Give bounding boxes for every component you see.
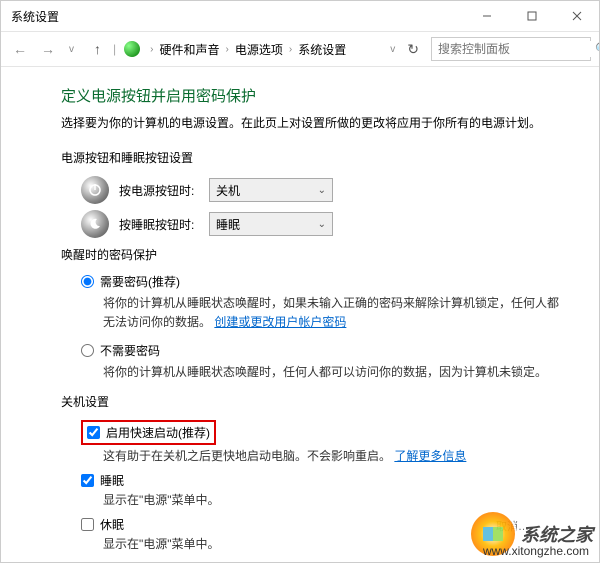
search-input[interactable] [436, 41, 595, 57]
breadcrumb[interactable]: › 硬件和声音 › 电源选项 › 系统设置 [124, 41, 384, 58]
power-button-row: 按电源按钮时: 关机 ⌄ [81, 176, 569, 204]
refresh-button[interactable]: ↻ [407, 41, 419, 58]
select-value: 睡眠 [216, 216, 240, 233]
lock-option-label: 锁定 [100, 560, 124, 562]
search-icon[interactable]: 🔍 [595, 42, 600, 56]
forward-button[interactable]: → [37, 39, 59, 59]
content-area: 定义电源按钮并启用密码保护 选择要为你的计算机的电源设置。在此页上对设置所做的更… [1, 67, 599, 562]
page-title: 定义电源按钮并启用密码保护 [61, 85, 569, 106]
sleep-button-label: 按睡眠按钮时: [119, 216, 209, 233]
address-dropdown[interactable]: v [390, 44, 395, 55]
no-password-radio[interactable] [81, 344, 94, 357]
chevron-down-icon: ⌄ [318, 185, 326, 196]
breadcrumb-item[interactable]: 电源选项 [235, 41, 283, 58]
fast-startup-desc: 这有助于在关机之后更快地启动电脑。不会影响重启。 了解更多信息 [103, 447, 569, 464]
fast-startup-line[interactable]: 启用快速启动(推荐) [87, 424, 210, 441]
separator: | [113, 42, 116, 56]
page-description: 选择要为你的计算机的电源设置。在此页上对设置所做的更改将应用于你所有的电源计划。 [61, 114, 569, 131]
require-password-label: 需要密码(推荐) [100, 273, 180, 290]
require-password-option: 需要密码(推荐) 将你的计算机从睡眠状态唤醒时，如果未输入正确的密码来解除计算机… [81, 273, 569, 332]
require-password-radio-line[interactable]: 需要密码(推荐) [81, 273, 569, 290]
learn-more-link[interactable]: 了解更多信息 [394, 449, 466, 463]
chevron-down-icon: ⌄ [318, 219, 326, 230]
sleep-option-label: 睡眠 [100, 472, 124, 489]
control-panel-icon [124, 41, 140, 57]
fast-startup-label: 启用快速启动(推荐) [106, 424, 210, 441]
sleep-option: 睡眠 显示在"电源"菜单中。 [81, 472, 569, 508]
window-title: 系统设置 [11, 8, 464, 25]
no-password-option: 不需要密码 将你的计算机从睡眠状态唤醒时，任何人都可以访问你的数据，因为计算机未… [81, 342, 569, 382]
hibernate-option-label: 休眠 [100, 516, 124, 533]
chevron-icon: › [289, 44, 292, 55]
sleep-option-desc: 显示在"电源"菜单中。 [103, 491, 569, 508]
sleep-checkbox[interactable] [81, 474, 94, 487]
create-password-link[interactable]: 创建或更改用户帐户密码 [214, 315, 346, 329]
breadcrumb-item[interactable]: 硬件和声音 [159, 41, 219, 58]
section-password-label: 唤醒时的密码保护 [61, 246, 569, 263]
section-power-buttons-label: 电源按钮和睡眠按钮设置 [61, 149, 569, 166]
breadcrumb-item[interactable]: 系统设置 [298, 41, 346, 58]
sleep-icon [81, 210, 109, 238]
no-password-radio-line[interactable]: 不需要密码 [81, 342, 569, 359]
sleep-button-select[interactable]: 睡眠 ⌄ [209, 212, 333, 236]
up-button[interactable]: ↑ [90, 39, 105, 59]
history-dropdown[interactable]: v [65, 42, 78, 57]
search-box[interactable]: 🔍 [431, 37, 591, 61]
close-button[interactable] [554, 1, 599, 31]
select-value: 关机 [216, 182, 240, 199]
lock-option-line[interactable]: 锁定 [81, 560, 569, 562]
section-shutdown-label: 关机设置 [61, 393, 569, 410]
chevron-icon: › [225, 44, 228, 55]
hibernate-checkbox[interactable] [81, 518, 94, 531]
require-password-radio[interactable] [81, 275, 94, 288]
maximize-button[interactable] [509, 1, 554, 31]
no-password-desc: 将你的计算机从睡眠状态唤醒时，任何人都可以访问你的数据，因为计算机未锁定。 [103, 363, 569, 382]
chevron-icon: › [150, 44, 153, 55]
fast-startup-option: 启用快速启动(推荐) 这有助于在关机之后更快地启动电脑。不会影响重启。 了解更多… [81, 420, 569, 464]
power-button-label: 按电源按钮时: [119, 182, 209, 199]
minimize-button[interactable] [464, 1, 509, 31]
fast-startup-checkbox[interactable] [87, 426, 100, 439]
lock-option: 锁定 显示在用户头像菜单中。 [81, 560, 569, 562]
watermark-url: www.xitongzhe.com [483, 544, 589, 558]
highlight-box: 启用快速启动(推荐) [81, 420, 216, 445]
power-icon [81, 176, 109, 204]
sleep-button-row: 按睡眠按钮时: 睡眠 ⌄ [81, 210, 569, 238]
back-button[interactable]: ← [9, 39, 31, 59]
no-password-label: 不需要密码 [100, 342, 160, 359]
power-button-select[interactable]: 关机 ⌄ [209, 178, 333, 202]
toolbar: ← → v ↑ | › 硬件和声音 › 电源选项 › 系统设置 v ↻ 🔍 [1, 31, 599, 67]
require-password-desc: 将你的计算机从睡眠状态唤醒时，如果未输入正确的密码来解除计算机锁定，任何人都无法… [103, 294, 569, 332]
titlebar: 系统设置 [1, 1, 599, 31]
sleep-option-line[interactable]: 睡眠 [81, 472, 569, 489]
